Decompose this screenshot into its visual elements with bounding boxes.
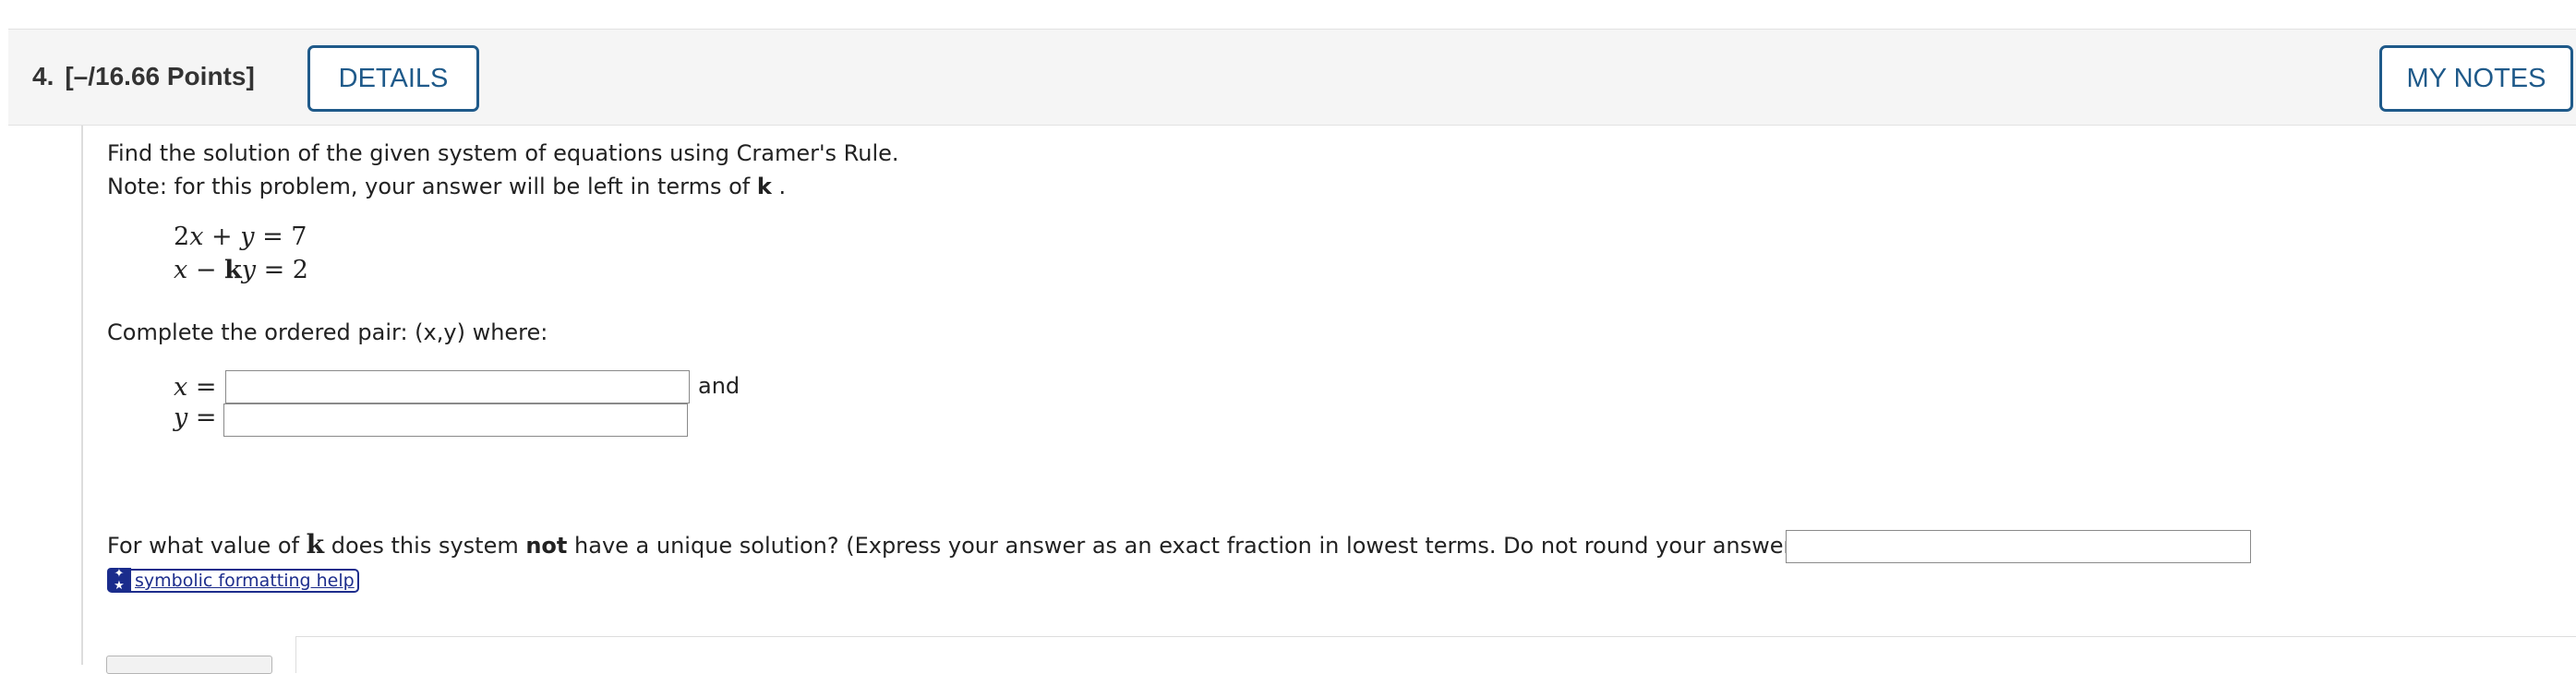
unique-k: k [306, 529, 325, 560]
eq2-var-x: x [174, 256, 188, 284]
note-text: Note: for this problem, your answer will… [107, 174, 786, 199]
and-text: and [698, 373, 740, 399]
eq1-rhs: = 7 [254, 223, 307, 251]
y-label-eq: = [187, 403, 217, 432]
ordered-pair-prompt: Complete the ordered pair: (x,y) where: [107, 319, 548, 345]
details-button[interactable]: DETAILS [307, 45, 479, 112]
question-header: 4. [–/16.66 Points] DETAILS MY NOTES [8, 29, 2576, 126]
x-label-var: x [174, 373, 188, 402]
note-suffix: . [771, 174, 787, 199]
eq1-var-y: y [240, 223, 255, 251]
equation-2: x − ky = 2 [174, 256, 308, 284]
eq1-var-x: x [189, 223, 204, 251]
eq2-op: − [187, 256, 225, 284]
eq2-k: k [224, 256, 242, 284]
eq1-coefficient: 2 [174, 223, 190, 251]
unique-not: not [525, 533, 568, 559]
question-points: [–/16.66 Points] [65, 62, 255, 90]
note-prefix: Note: for this problem, your answer will… [107, 174, 757, 199]
x-answer-input[interactable] [225, 370, 690, 403]
note-k: k [756, 174, 772, 199]
unique-mid: does this system [324, 533, 526, 559]
k-answer-input[interactable] [1786, 530, 2251, 563]
x-label-eq: = [187, 373, 217, 402]
my-notes-button[interactable]: MY NOTES [2379, 45, 2573, 112]
help-link-label: symbolic formatting help [135, 571, 355, 591]
eq2-rhs: = 2 [256, 256, 308, 284]
question-title: 4. [–/16.66 Points] [32, 62, 255, 91]
unique-suffix: have a unique solution? (Express your an… [567, 533, 1807, 559]
unique-prefix: For what value of [107, 533, 307, 559]
question-number: 4. [32, 62, 54, 90]
bottom-panel [295, 636, 2576, 673]
eq1-op: + [203, 223, 241, 251]
question-body-rule [81, 126, 83, 665]
star-symbols-icon: ✦ ★ [107, 568, 131, 592]
y-answer-input[interactable] [223, 403, 688, 437]
eq2-var-y: y [241, 256, 257, 284]
symbolic-formatting-help-link[interactable]: ✦ ★ symbolic formatting help [107, 568, 359, 593]
y-label: y = [174, 403, 216, 432]
instruction-text: Find the solution of the given system of… [107, 140, 899, 166]
bottom-button[interactable] [106, 656, 272, 674]
y-label-var: y [174, 403, 188, 432]
unique-solution-question: For what value of k does this system not… [107, 529, 1806, 560]
equation-1: 2x + y = 7 [174, 223, 307, 251]
x-label: x = [174, 373, 216, 402]
